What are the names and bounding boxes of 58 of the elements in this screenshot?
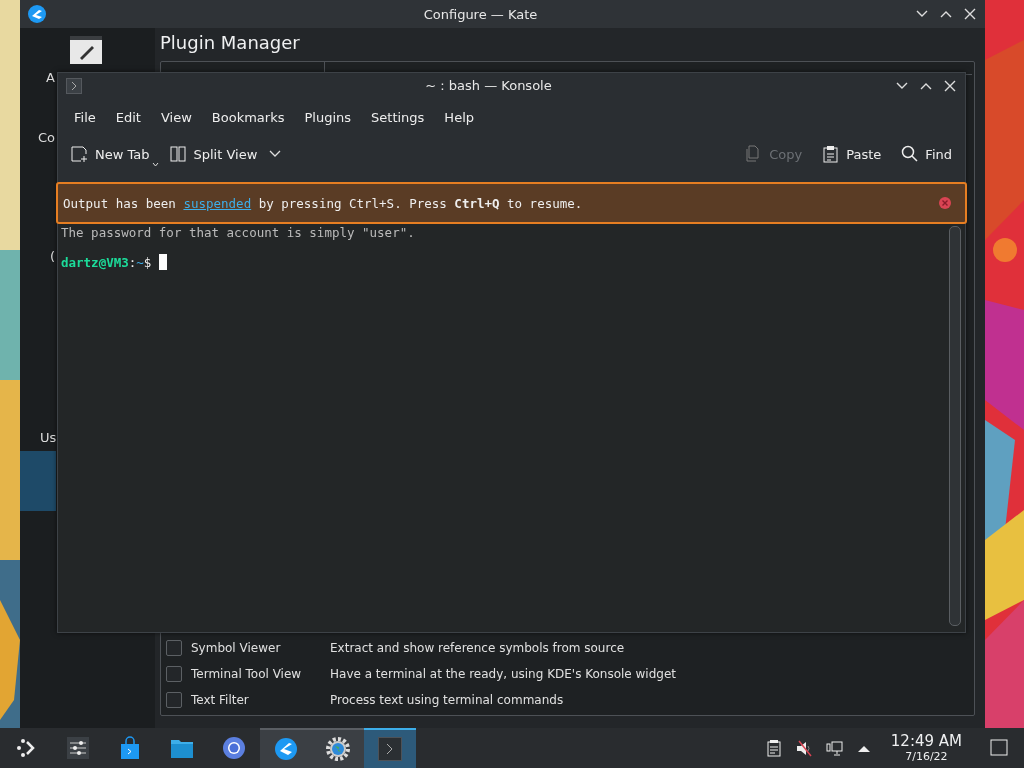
bird-icon <box>274 737 298 761</box>
checkbox[interactable] <box>166 640 182 656</box>
checkbox[interactable] <box>166 692 182 708</box>
window-title: ~ : bash — Konsole <box>424 78 553 93</box>
menu-item[interactable]: View <box>150 109 202 125</box>
browser-icon <box>222 736 246 760</box>
clipboard-icon <box>822 145 841 163</box>
terminal-output: The password for that account is simply "user". <box>61 224 416 241</box>
link[interactable]: suspended <box>183 195 252 211</box>
checkbox[interactable] <box>166 666 182 682</box>
plugin-name: Terminal Tool View <box>191 667 303 681</box>
terminal-icon <box>66 77 82 94</box>
sliders-icon <box>66 736 90 760</box>
menu-item[interactable]: Edit <box>105 109 151 125</box>
text-cursor <box>159 254 168 270</box>
sidebar-item[interactable]: Us <box>20 428 56 448</box>
window-title: Configure — Kate <box>422 6 539 22</box>
plugin-description: Process text using terminal commands <box>330 693 564 707</box>
clock-time[interactable]: 12:49 AM <box>890 734 962 749</box>
page-title: Plugin Manager <box>160 32 301 53</box>
network-icon[interactable] <box>824 739 843 757</box>
menu-item[interactable]: File <box>64 109 106 125</box>
taskbar-item[interactable] <box>260 728 312 768</box>
new-tab-icon <box>71 145 89 163</box>
sidebar-item[interactable]: Co <box>20 128 56 148</box>
toolbar-button[interactable]: Split View <box>162 141 289 167</box>
taskbar-item[interactable] <box>364 728 416 768</box>
gear-icon <box>326 737 350 761</box>
menu-item[interactable]: Settings <box>361 109 435 125</box>
clipboard-icon[interactable] <box>764 739 783 757</box>
terminal-icon <box>378 737 402 761</box>
app-icon <box>28 5 46 23</box>
sidebar-item[interactable]: A <box>20 68 56 88</box>
toolbar-button[interactable]: Find <box>894 141 959 167</box>
close-icon[interactable] <box>943 78 957 93</box>
sidebar-item[interactable]: ( <box>20 247 56 267</box>
editor-icon <box>70 36 102 64</box>
clock-date[interactable]: 7/16/22 <box>905 751 948 762</box>
taskbar-item[interactable] <box>312 728 364 768</box>
shopping-bag-icon <box>118 736 142 760</box>
banner-message: Output has been suspended by pressing Ctrl+S. Press Ctrl+Q to resume. <box>63 195 583 211</box>
plugin-name: Symbol Viewer <box>191 641 282 655</box>
search-icon <box>901 145 920 163</box>
toolbar-button[interactable]: New Tab <box>64 141 157 167</box>
caret-icon <box>151 162 159 167</box>
toolbar-button[interactable]: Paste <box>815 141 889 167</box>
plugin-name: Text Filter <box>191 693 250 707</box>
show-desktop-icon[interactable] <box>990 739 1008 757</box>
shell-prompt: dartz@VM3:~$ <box>61 254 152 270</box>
close-icon[interactable] <box>963 7 977 21</box>
chevron-icon <box>269 150 282 158</box>
plugin-description: Extract and show reference symbols from source <box>330 641 625 655</box>
menu-item[interactable]: Bookmarks <box>201 109 295 125</box>
menu-item[interactable]: Help <box>434 109 484 125</box>
menu-item[interactable]: Plugins <box>294 109 362 125</box>
split-view-icon <box>169 145 188 163</box>
muted-speaker-icon[interactable] <box>794 739 813 757</box>
plugin-description: Have a terminal at the ready, using KDE's Konsole widget <box>330 667 677 681</box>
